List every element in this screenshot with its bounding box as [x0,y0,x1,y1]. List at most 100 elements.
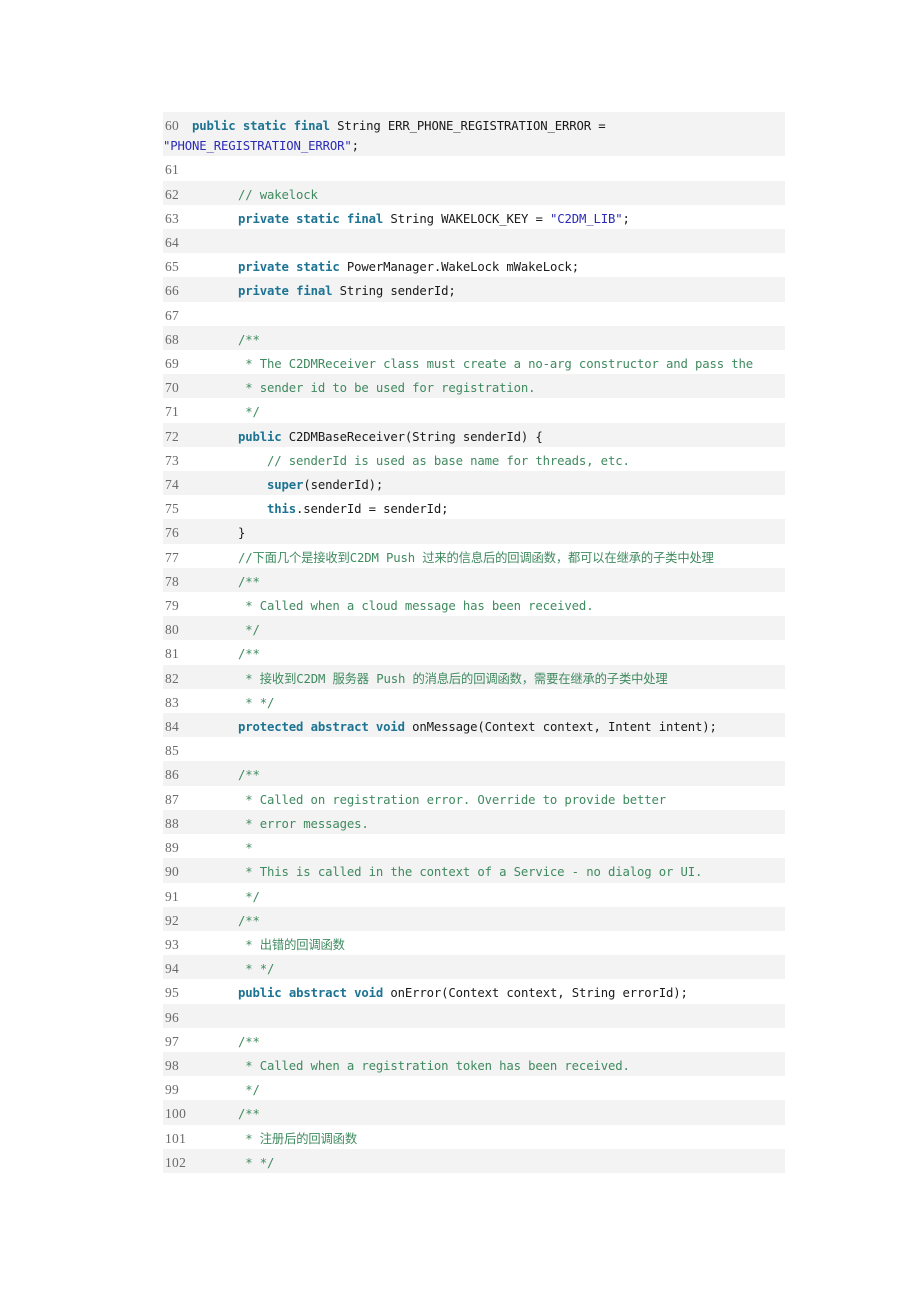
code-token-cm: //下面几个是接收到C2DM Push 过来的信息后的回调函数，都可以在继承的子… [238,550,714,565]
code-token-pl: } [209,526,246,541]
code-line-row: 68 /** [163,325,785,351]
code-line-text: super(senderId); [209,471,785,495]
code-token-pl: C2DMBaseReceiver(String senderId) { [281,429,543,444]
line-number: 88 [165,815,180,831]
code-token-kw: void [354,986,384,1001]
line-number: 69 [165,356,180,372]
code-token-cm: /** [238,1107,260,1122]
code-token-cm: // wakelock [238,187,318,202]
code-line-text: private final String senderId; [209,277,785,301]
line-number: 80 [165,622,180,638]
line-number: 91 [165,888,180,904]
code-line-row: 75 this.senderId = senderId; [163,495,785,520]
code-line-row: 66 private final String senderId; [163,277,785,302]
line-number: 62 [165,186,180,202]
code-token-pl: .senderId = senderId; [296,502,449,517]
line-number: 92 [165,912,180,928]
code-line-row: 80 */ [163,616,785,641]
code-line-text: public C2DMBaseReceiver(String senderId)… [209,423,785,447]
line-number: 84 [165,719,180,735]
code-token-cm: * sender id to be used for registration. [245,381,536,396]
line-number: 77 [165,549,180,565]
code-line-row: 87 * Called on registration error. Overr… [163,785,785,810]
code-line-text: */ [209,883,785,907]
code-line-row: 85 [163,737,785,762]
code-token-kw: private [238,260,289,275]
code-line-row: 89 * [163,834,785,859]
code-line-text: * 出错的回调函数 [209,931,785,955]
code-line-row: 93 * 出错的回调函数 [163,930,785,956]
line-number: 61 [165,162,180,178]
code-line-continuation: "PHONE_REGISTRATION_ERROR"; [163,136,781,156]
code-token-pl: onError(Context context, String errorId)… [383,986,688,1001]
line-number: 98 [165,1057,180,1073]
code-token-str: "C2DM_LIB" [549,211,623,226]
code-listing: 60 public static final String ERR_PHONE_… [163,112,785,1173]
code-token-kw: static [242,119,287,133]
code-token-cm: * 接收到C2DM 服务器 Push 的消息后的回调函数，需要在继承的子类中处理 [245,671,668,686]
code-token-cm: * error messages. [245,816,369,831]
code-line-row: 84 protected abstract void onMessage(Con… [163,713,785,738]
code-line-row: 83 * */ [163,688,785,714]
code-token-kw: final [293,119,330,133]
code-token-kw: final [296,284,333,299]
code-line-text: private static final String WAKELOCK_KEY… [209,205,785,229]
code-line-row: 64 [163,229,785,254]
code-line-text: * Called when a cloud message has been r… [209,592,785,616]
code-line-text: * [209,834,785,858]
line-number: 94 [165,961,180,977]
code-token-pl: String senderId; [332,284,456,299]
document-page: 60 public static final String ERR_PHONE_… [0,0,920,1302]
code-line-text: private static PowerManager.WakeLock mWa… [209,253,785,277]
line-number: 89 [165,840,180,856]
line-number: 73 [165,452,180,468]
code-line-row: 78 /** [163,567,785,593]
line-number: 82 [165,670,180,686]
code-line-text: /** [209,568,785,592]
code-token-kw: private [238,211,289,226]
line-number: 68 [165,331,180,347]
line-number: 102 [165,1154,187,1170]
code-line-row: 94 * */ [163,955,785,980]
code-line-text [209,302,785,326]
code-line-row: 70 * sender id to be used for registrati… [163,374,785,399]
code-token-cm: * 注册后的回调函数 [245,1131,357,1146]
code-line-text: /** [209,1100,785,1124]
code-token-cm: * */ [245,1155,275,1170]
line-number: 83 [165,694,180,710]
code-token-kw: super [267,478,304,493]
line-number: 75 [165,501,180,517]
line-number: 90 [165,864,180,880]
code-line-row: 82 * 接收到C2DM 服务器 Push 的消息后的回调函数，需要在继承的子类… [163,664,785,689]
line-number: 95 [165,985,180,1001]
code-line-row: 96 [163,1003,785,1028]
code-token-kw: void [375,720,405,735]
code-line-text: */ [209,398,785,422]
code-line-row: 100 /** [163,1100,785,1125]
code-token-cm: * The C2DMReceiver class must create a n… [245,357,754,372]
line-number: 64 [165,235,180,251]
code-token-cm: * Called on registration error. Override… [245,792,666,807]
code-line-text: // wakelock [209,181,785,205]
